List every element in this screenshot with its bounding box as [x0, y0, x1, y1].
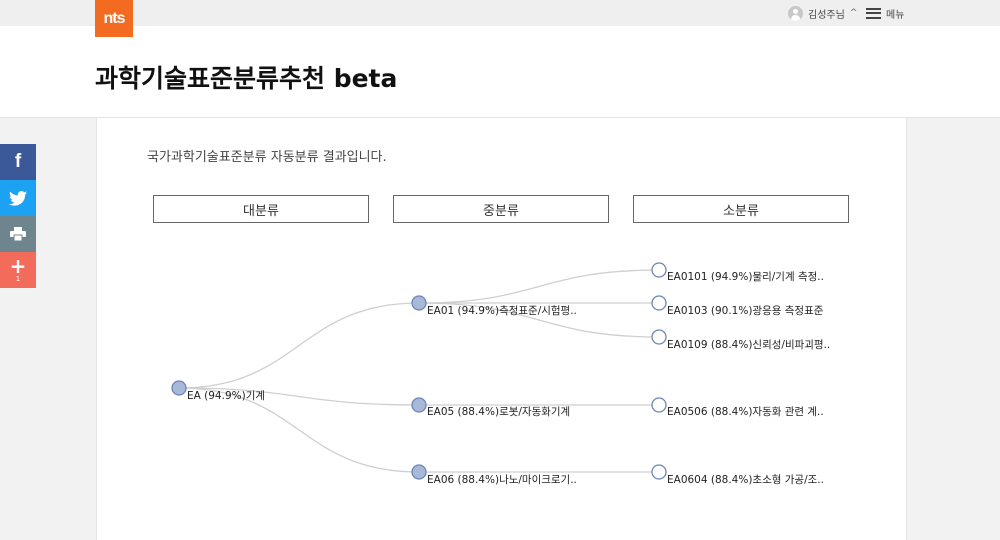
tree-node-leaf[interactable] [651, 262, 667, 278]
plus-icon: + [9, 254, 27, 278]
tree-link [178, 302, 420, 389]
tree-label-mid: EA06 (88.4%)나노/마이크로기.. [427, 474, 577, 486]
share-twitter-button[interactable] [0, 180, 36, 216]
result-card: 국가과학기술표준분류 자동분류 결과입니다. 대분류 중분류 소분류 EA (9… [96, 118, 907, 540]
tree-label-leaf: EA0506 (88.4%)자동화 관련 계.. [667, 406, 824, 418]
user-menu[interactable]: 김성주님 ^ [788, 4, 857, 22]
facebook-icon: f [14, 151, 22, 172]
share-print-button[interactable] [0, 216, 36, 252]
share-count: 1 [15, 275, 21, 283]
tree-node-root[interactable] [171, 380, 187, 396]
share-facebook-button[interactable]: f [0, 144, 36, 180]
site-logo[interactable]: nts [95, 0, 133, 37]
menu-label: 메뉴 [886, 9, 905, 21]
tree-label-mid: EA01 (94.9%)측정표준/시험평.. [427, 305, 577, 317]
tree-node-leaf[interactable] [651, 397, 667, 413]
tree-label-leaf: EA0101 (94.9%)물리/기계 측정.. [667, 271, 824, 283]
tree-node-leaf[interactable] [651, 329, 667, 345]
tree-link [418, 269, 660, 304]
tree-label-leaf: EA0109 (88.4%)신뢰성/비파괴평.. [667, 339, 830, 351]
menu-button[interactable]: 메뉴 [866, 4, 904, 22]
title-band: 과학기술표준분류추천 beta [0, 26, 1000, 118]
tree-label-mid: EA05 (88.4%)로봇/자동화기계 [427, 406, 570, 418]
tree-label-leaf: EA0103 (90.1%)광응용 측정표준 [667, 305, 824, 317]
user-avatar-icon [788, 5, 803, 21]
classification-tree: EA (94.9%)기계 EA01 (94.9%)측정표준/시험평.. EA05… [171, 262, 830, 486]
tree-node-mid[interactable] [411, 397, 427, 413]
tree-label-leaf: EA0604 (88.4%)초소형 가공/조.. [667, 474, 824, 486]
page-title: 과학기술표준분류추천 beta [95, 64, 398, 93]
tree-node-mid[interactable] [411, 295, 427, 311]
hamburger-icon [866, 7, 881, 19]
tree-node-mid[interactable] [411, 464, 427, 480]
chevron-up-icon: ^ [849, 8, 858, 18]
tree-label-root: EA (94.9%)기계 [187, 390, 265, 402]
share-more-button[interactable]: + 1 [0, 252, 36, 288]
tree-node-leaf[interactable] [651, 464, 667, 480]
twitter-icon [9, 190, 27, 206]
user-name: 김성주님 [808, 9, 845, 21]
printer-icon [10, 227, 26, 241]
tree-node-leaf[interactable] [651, 295, 667, 311]
top-bar: 김성주님 ^ 메뉴 [0, 0, 1000, 26]
